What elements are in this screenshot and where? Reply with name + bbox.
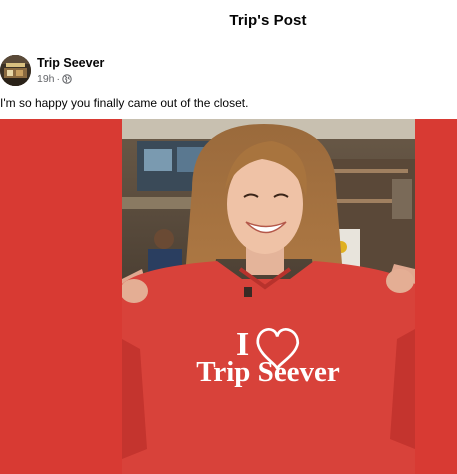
- meta-separator: ·: [56, 73, 61, 85]
- shirt-text-name: Trip Seever: [196, 356, 340, 388]
- post-timestamp[interactable]: 19h: [37, 73, 55, 85]
- globe-icon[interactable]: [62, 74, 72, 84]
- post-author-name[interactable]: Trip Seever: [37, 56, 104, 70]
- post-meta: 19h ·: [37, 73, 72, 85]
- post-text: I'm so happy you finally came out of the…: [0, 96, 249, 110]
- post-photo[interactable]: I Trip Seever: [0, 119, 457, 474]
- photo-woman-in-shirt: I Trip Seever: [122, 119, 415, 474]
- avatar[interactable]: [0, 55, 31, 86]
- post-author-row: Trip Seever 19h ·: [0, 55, 457, 89]
- page-title: Trip's Post: [229, 12, 307, 29]
